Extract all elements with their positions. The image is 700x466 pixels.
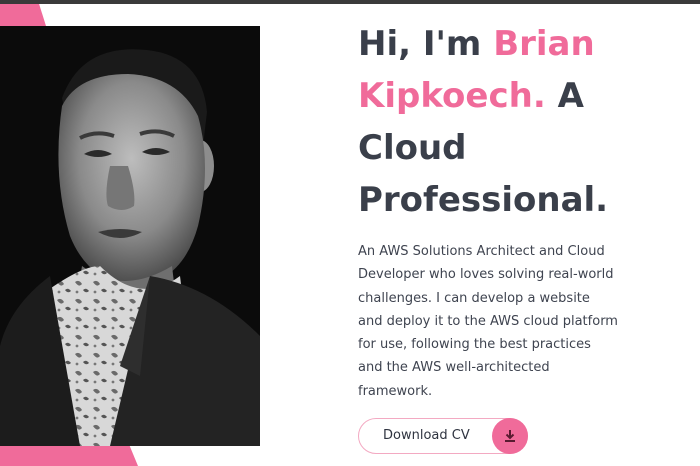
hero-heading: Hi, I'm Brian Kipkoech. A Cloud Professi… [358, 18, 688, 226]
hero-description: An AWS Solutions Architect and Cloud Dev… [358, 244, 618, 399]
hero-greeting: Hi, I'm [358, 24, 494, 64]
download-cv-button[interactable]: Download CV [358, 418, 528, 454]
download-icon [492, 418, 528, 454]
profile-photo [0, 26, 260, 446]
decorative-accent-top [0, 4, 46, 26]
window-top-border [0, 0, 700, 4]
download-cv-label: Download CV [383, 428, 470, 443]
decorative-accent-bottom [0, 446, 138, 466]
